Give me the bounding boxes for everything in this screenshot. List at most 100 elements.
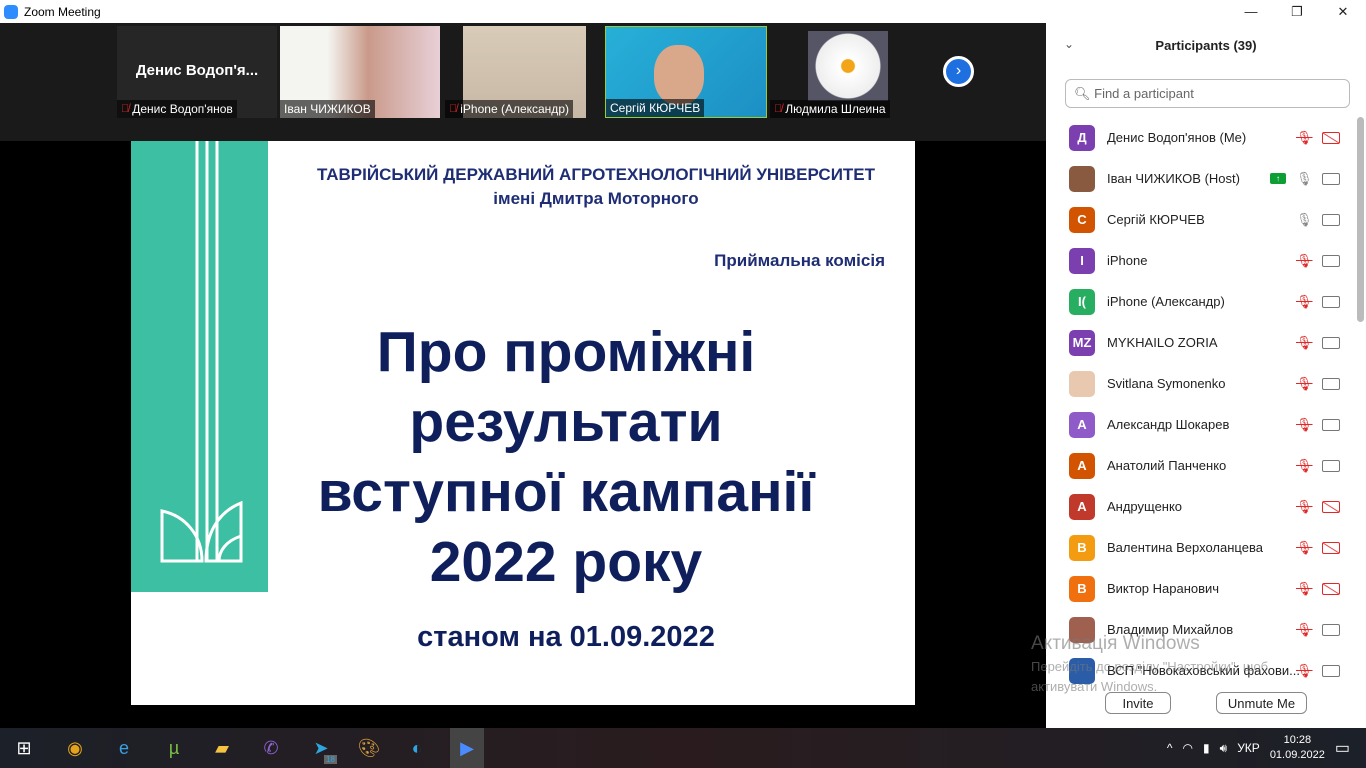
volume-icon[interactable]: 🔊︎ xyxy=(1220,741,1228,756)
close-button[interactable]: ✕ xyxy=(1320,0,1366,23)
internet-explorer-icon[interactable]: e xyxy=(110,734,138,762)
camera-off-icon[interactable] xyxy=(1322,131,1340,144)
video-strip: Денис Водоп'я... 🎙̸ Денис Водоп'янов Іван… xyxy=(0,23,1046,141)
video-tile[interactable]: 🎙̸ iPhone (Александр) xyxy=(445,26,605,118)
language-indicator[interactable]: УКР xyxy=(1237,741,1260,755)
participant-big-name: Денис Водоп'я... xyxy=(135,62,259,79)
mic-muted-icon[interactable]: 🎙︎ xyxy=(1296,540,1313,556)
participant-row[interactable]: А Александр Шокарев 🎙︎ xyxy=(1046,404,1354,445)
video-label: Іван ЧИЖИКОВ xyxy=(284,102,371,116)
maximize-button[interactable]: ❐ xyxy=(1274,0,1320,23)
window-title: Zoom Meeting xyxy=(24,4,101,19)
participant-row[interactable]: Іван ЧИЖИКОВ (Host) ↑ 🎙︎ xyxy=(1046,158,1354,199)
participant-row[interactable]: Svitlana Symonenko 🎙︎ xyxy=(1046,363,1354,404)
battery-icon[interactable]: ▮ xyxy=(1203,741,1210,755)
wifi-icon[interactable]: ◠ xyxy=(1183,741,1193,755)
university-subtitle: імені Дмитра Моторного xyxy=(493,189,699,208)
title-line: 2022 року xyxy=(429,530,703,594)
muted-mic-icon: 🎙̸ xyxy=(121,103,130,115)
viber-icon[interactable]: ✆ xyxy=(257,734,285,762)
avatar: I xyxy=(1069,247,1095,274)
mic-icon[interactable]: 🎙︎ xyxy=(1296,212,1313,228)
search-placeholder: Find a participant xyxy=(1094,86,1194,101)
scrollbar[interactable] xyxy=(1357,117,1364,322)
participant-row[interactable]: В Валентина Верхоланцева 🎙︎ xyxy=(1046,527,1354,568)
participant-row[interactable]: С Сергій КЮРЧЕВ 🎙︎ xyxy=(1046,199,1354,240)
camera-icon[interactable] xyxy=(1322,172,1340,185)
video-tile[interactable]: 🎙̸ Людмила Шлеина xyxy=(770,26,930,118)
camera-icon[interactable] xyxy=(1322,336,1340,349)
participant-name: Валентина Верхоланцева xyxy=(1107,540,1263,555)
university-logo-band xyxy=(131,141,268,592)
avatar: I( xyxy=(1069,288,1095,315)
participant-row[interactable]: А Анатолий Панченко 🎙︎ xyxy=(1046,445,1354,486)
minimize-button[interactable]: — xyxy=(1228,0,1274,23)
title-bar: Zoom Meeting — ❐ ✕ xyxy=(0,0,1366,23)
utorrent-icon[interactable]: µ xyxy=(160,734,188,762)
telegram-badge: 18 xyxy=(324,755,337,764)
camera-icon[interactable] xyxy=(1322,459,1340,472)
windows-start-icon[interactable]: ⊞ xyxy=(10,734,38,762)
camera-off-icon[interactable] xyxy=(1322,541,1340,554)
mic-muted-icon[interactable]: 🎙︎ xyxy=(1296,253,1313,269)
camera-icon[interactable] xyxy=(1322,664,1340,677)
avatar: А xyxy=(1069,411,1095,438)
camera-icon[interactable] xyxy=(1322,623,1340,636)
video-label: Сергій КЮРЧЕВ xyxy=(610,101,701,115)
participant-search-input[interactable]: 🔍︎ Find a participant xyxy=(1065,79,1350,108)
mic-muted-icon[interactable]: 🎙︎ xyxy=(1296,376,1313,392)
mic-muted-icon[interactable]: 🎙︎ xyxy=(1296,335,1313,351)
mic-muted-icon[interactable]: 🎙︎ xyxy=(1296,130,1313,146)
camera-icon[interactable] xyxy=(1322,418,1340,431)
university-title: ТАВРІЙСЬКИЙ ДЕРЖАВНИЙ АГРОТЕХНОЛОГІЧНИЙ … xyxy=(281,163,911,211)
video-tile[interactable]: Іван ЧИЖИКОВ xyxy=(280,26,440,118)
camera-icon[interactable] xyxy=(1322,377,1340,390)
mic-muted-icon[interactable]: 🎙︎ xyxy=(1296,294,1313,310)
paint-icon[interactable]: 🎨︎ xyxy=(355,734,383,762)
presentation-slide: ТАВРІЙСЬКИЙ ДЕРЖАВНИЙ АГРОТЕХНОЛОГІЧНИЙ … xyxy=(131,141,915,705)
tray-chevron-icon[interactable]: ^ xyxy=(1167,741,1173,755)
camera-off-icon[interactable] xyxy=(1322,582,1340,595)
participant-name: Денис Водоп'янов (Me) xyxy=(1107,130,1247,145)
participant-row[interactable]: I( iPhone (Александр) 🎙︎ xyxy=(1046,281,1354,322)
mic-muted-icon[interactable]: 🎙︎ xyxy=(1296,458,1313,474)
chrome-icon[interactable]: ◉ xyxy=(61,734,89,762)
camera-off-icon[interactable] xyxy=(1322,500,1340,513)
university-name: ТАВРІЙСЬКИЙ ДЕРЖАВНИЙ АГРОТЕХНОЛОГІЧНИЙ … xyxy=(316,165,876,184)
telegram-icon[interactable]: ➤ 18 xyxy=(307,734,337,764)
shared-screen: ТАВРІЙСЬКИЙ ДЕРЖАВНИЙ АГРОТЕХНОЛОГІЧНИЙ … xyxy=(0,141,1046,728)
mic-icon[interactable]: 🎙︎ xyxy=(1296,171,1313,187)
video-label: Людмила Шлеина xyxy=(785,102,886,116)
title-line: вступної кампанії xyxy=(317,460,815,524)
next-page-chevron-icon[interactable]: › xyxy=(943,56,974,87)
mic-muted-icon[interactable]: 🎙︎ xyxy=(1296,581,1313,597)
participant-row[interactable]: I iPhone 🎙︎ xyxy=(1046,240,1354,281)
notifications-icon[interactable]: ▭ xyxy=(1335,738,1350,758)
zoom-logo-icon xyxy=(4,4,18,19)
avatar xyxy=(1069,370,1095,397)
participant-row[interactable]: В Виктор Наранович 🎙︎ xyxy=(1046,568,1354,609)
video-tile-active-speaker[interactable]: Сергій КЮРЧЕВ xyxy=(605,26,767,118)
camera-icon[interactable] xyxy=(1322,295,1340,308)
mic-muted-icon[interactable]: 🎙︎ xyxy=(1296,417,1313,433)
taskbar: ⊞ ◉ e µ ▰ ✆ ➤ 18 🎨︎ ◐ ▶ ^ ◠ ▮ 🔊︎ УКР 10:2… xyxy=(0,728,1366,768)
file-explorer-icon[interactable]: ▰ xyxy=(208,734,236,762)
camera-icon[interactable] xyxy=(1322,254,1340,267)
clock[interactable]: 10:28 01.09.2022 xyxy=(1270,733,1325,763)
video-tile[interactable]: Денис Водоп'я... 🎙̸ Денис Водоп'янов xyxy=(117,26,277,118)
system-tray: ^ ◠ ▮ 🔊︎ УКР 10:28 01.09.2022 ▭ xyxy=(1167,728,1366,768)
zoom-taskbar-icon[interactable]: ▶ xyxy=(450,728,484,768)
edge-icon[interactable]: ◐ xyxy=(403,734,431,762)
mic-muted-icon[interactable]: 🎙︎ xyxy=(1296,499,1313,515)
participant-row[interactable]: Д Денис Водоп'янов (Me) 🎙︎ xyxy=(1046,117,1354,158)
mic-muted-icon[interactable]: 🎙︎ xyxy=(1296,622,1313,638)
participant-name: Анатолий Панченко xyxy=(1107,458,1227,473)
participants-panel: ⌄ Participants (39) 🔍︎ Find a participan… xyxy=(1046,23,1366,728)
participant-row[interactable]: А Андрущенко 🎙︎ xyxy=(1046,486,1354,527)
participant-row[interactable]: MZ MYKHAILO ZORIA 🎙︎ xyxy=(1046,322,1354,363)
camera-icon[interactable] xyxy=(1322,213,1340,226)
participant-name: Іван ЧИЖИКОВ (Host) xyxy=(1107,171,1240,186)
mic-muted-icon[interactable]: 🎙︎ xyxy=(1296,663,1313,679)
avatar: В xyxy=(1069,534,1095,561)
participant-name: iPhone xyxy=(1107,253,1148,268)
